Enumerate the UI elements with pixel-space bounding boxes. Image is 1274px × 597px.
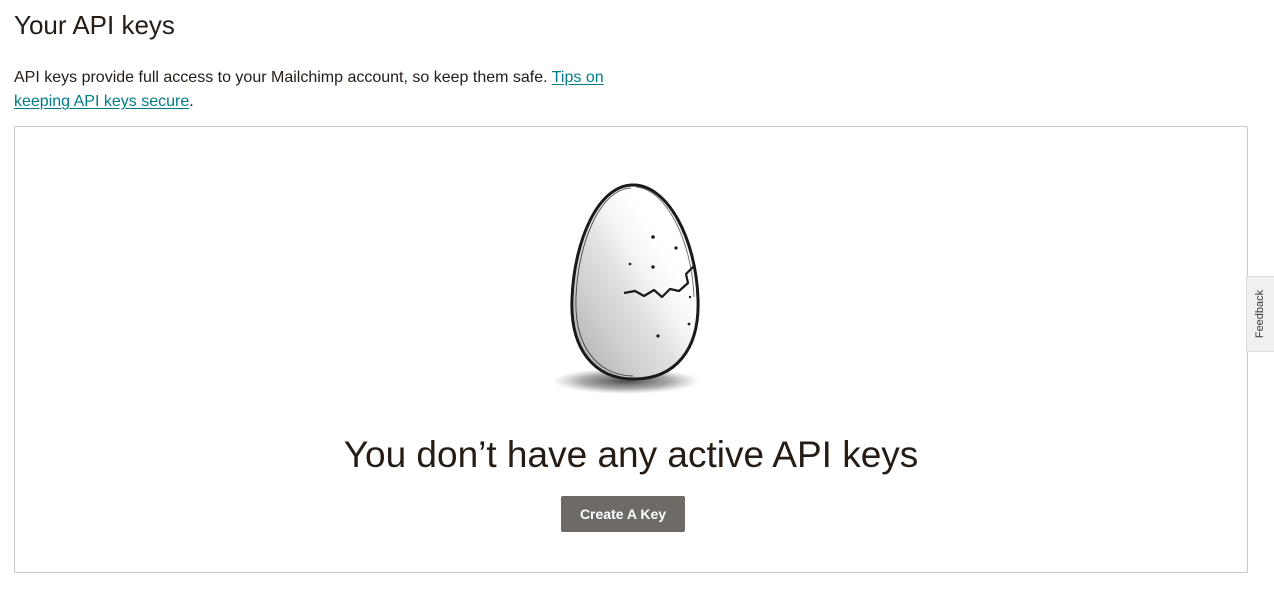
intro-period: . (189, 93, 194, 110)
page-title: Your API keys (14, 10, 175, 40)
feedback-label: Feedback (1254, 289, 1267, 339)
empty-state-panel: You don’t have any active API keys Creat… (14, 126, 1248, 573)
api-keys-page: Your API keys API keys provide full acce… (0, 0, 1274, 597)
cracked-egg-illustration (552, 183, 700, 394)
create-key-button[interactable]: Create A Key (561, 496, 685, 532)
intro-description: API keys provide full access to your Mai… (14, 69, 552, 86)
feedback-tab[interactable]: Feedback (1246, 276, 1274, 352)
intro-text: API keys provide full access to your Mai… (14, 66, 654, 114)
empty-state-heading: You don’t have any active API keys (343, 434, 919, 475)
